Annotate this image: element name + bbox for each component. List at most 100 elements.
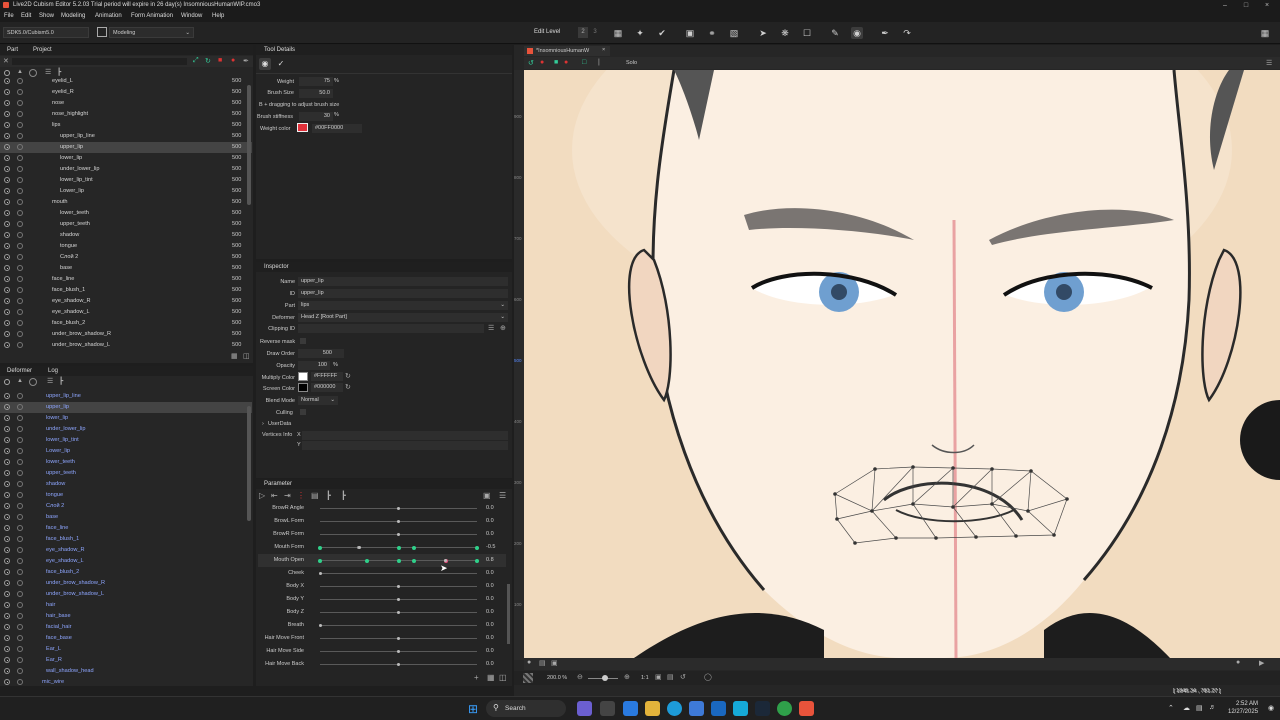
deformer-row[interactable]: upper_teeth (0, 468, 252, 479)
part-row[interactable]: lower_teeth 500 (0, 208, 252, 219)
camera-icon[interactable]: ● (527, 659, 531, 666)
canvas-menu-icon[interactable]: ☰ (1266, 59, 1272, 67)
visibility-eye-icon[interactable] (4, 89, 10, 95)
deformer-row[interactable]: shadow (0, 479, 252, 490)
lock-toggle-icon[interactable] (17, 298, 23, 304)
tab-project[interactable]: Project (29, 47, 56, 53)
brush-size-input[interactable]: 50.0 (299, 89, 333, 98)
lock-toggle-icon[interactable] (17, 254, 23, 260)
clipping-target-icon[interactable]: ⊕ (500, 324, 506, 332)
blend-mode-select[interactable]: Normal ⌄ (298, 396, 338, 405)
param-folder-icon[interactable]: ▦ (487, 673, 495, 682)
weight-color-input[interactable]: #00FF0000 (312, 124, 362, 133)
visibility-eye-icon[interactable] (4, 635, 10, 641)
deformer-row[interactable]: wall_shadow_head (0, 666, 252, 677)
deformer-row[interactable]: face_blush_1 (0, 534, 252, 545)
visibility-eye-icon[interactable] (4, 591, 10, 597)
parameter-slider-knob[interactable] (397, 598, 400, 601)
fit-screen-icon[interactable]: ▣ (655, 673, 662, 681)
parameter-slider-knob[interactable] (397, 520, 400, 523)
photos-app-icon[interactable] (733, 701, 748, 716)
deformer-row[interactable]: face_blush_2 (0, 567, 252, 578)
lock-toggle-icon[interactable] (17, 635, 23, 641)
lock-toggle-icon[interactable] (17, 342, 23, 348)
lock-toggle-icon[interactable] (17, 657, 23, 663)
view-mode-icon[interactable]: ◯ (704, 673, 712, 681)
color-icon[interactable]: ■ (554, 59, 558, 66)
clock-date[interactable]: 12/27/2025 (1228, 709, 1258, 715)
parameter-slider[interactable] (320, 637, 477, 640)
zoom-value[interactable]: 200.0 % (547, 675, 567, 681)
volume-icon[interactable]: ♬ (1209, 704, 1216, 711)
deformer-list-scrollbar[interactable] (247, 406, 251, 521)
parameter-slider[interactable] (320, 520, 477, 523)
parameter-value[interactable]: 0.0 (486, 622, 494, 628)
parameter-slider[interactable] (320, 663, 477, 666)
lock-toggle-icon[interactable] (17, 276, 23, 282)
lock-toggle-icon[interactable] (17, 309, 23, 315)
new-folder-icon[interactable]: ▦ (231, 352, 238, 360)
deformer-row[interactable]: mic_wire (0, 677, 252, 686)
delete-part-icon[interactable]: ● (231, 57, 235, 64)
visibility-eye-icon[interactable] (4, 536, 10, 542)
menu-file[interactable]: File (4, 13, 14, 19)
deform-path-icon[interactable]: ✔ (656, 27, 668, 39)
model-canvas[interactable] (524, 70, 1280, 658)
lock-toggle-icon[interactable] (17, 415, 23, 421)
lock-toggle-icon[interactable] (17, 133, 23, 139)
lock-toggle-icon[interactable] (17, 679, 23, 685)
visibility-eye-icon[interactable] (4, 232, 10, 238)
visibility-eye-icon[interactable] (4, 287, 10, 293)
deformer-row[interactable]: eye_shadow_R (0, 545, 252, 556)
layout-icon[interactable]: ▦ (1259, 27, 1271, 39)
parameter-slider[interactable] (320, 598, 477, 601)
visibility-eye-icon[interactable] (4, 426, 10, 432)
lock-toggle-icon[interactable] (17, 591, 23, 597)
menu-show[interactable]: Show (39, 13, 54, 19)
part-row[interactable]: face_blush_2 500 (0, 318, 252, 329)
parameter-slider[interactable] (318, 624, 477, 627)
deformer-row[interactable]: facial_hair (0, 622, 252, 633)
deformer-row[interactable]: lower_teeth (0, 457, 252, 468)
part-row[interactable]: face_line 500 (0, 274, 252, 285)
visibility-eye-icon[interactable] (4, 309, 10, 315)
hierarchy-icon[interactable]: ┣ (57, 68, 61, 76)
lock-toggle-icon[interactable] (17, 287, 23, 293)
notification-icon[interactable]: ◉ (1268, 704, 1274, 712)
keyform-dot[interactable] (365, 558, 370, 563)
chrome-app-icon[interactable] (777, 701, 792, 716)
record-icon[interactable]: ● (540, 59, 544, 66)
visibility-eye-icon[interactable] (4, 602, 10, 608)
multiply-color-swatch[interactable] (298, 372, 308, 381)
deformer-row[interactable]: Lower_lip (0, 446, 252, 457)
lock-toggle-icon[interactable] (17, 580, 23, 586)
close-tab-icon[interactable]: × (602, 47, 605, 53)
deformer-row[interactable]: Ear_R (0, 655, 252, 666)
weight-erase-icon[interactable]: ✓ (275, 58, 287, 70)
draw-order-input[interactable]: 500 (298, 349, 344, 358)
opacity-input[interactable]: 100 (298, 361, 330, 370)
param-tree-icon[interactable]: ┣ (326, 491, 331, 500)
visibility-eye-icon[interactable] (4, 155, 10, 161)
deformer-row[interactable]: Ear_L (0, 644, 252, 655)
part-row[interactable]: Lower_lip 500 (0, 186, 252, 197)
zoom-in-icon[interactable]: ⊕ (624, 673, 630, 681)
lock-toggle-icon[interactable] (17, 89, 23, 95)
parameter-row[interactable]: Mouth Open 0.8 (258, 554, 506, 567)
parameter-value[interactable]: 0.0 (486, 661, 494, 667)
solo-toggle[interactable]: Solo (626, 60, 637, 66)
parameter-value[interactable]: -0.5 (486, 544, 495, 550)
visibility-eye-icon[interactable] (4, 613, 10, 619)
visibility-eye-icon[interactable] (4, 166, 10, 172)
lock-toggle-icon[interactable] (17, 78, 23, 84)
deformer-row[interactable]: upper_lip (0, 402, 252, 413)
lock-toggle-icon[interactable] (17, 437, 23, 443)
part-row[interactable]: upper_lip 500 (0, 142, 252, 153)
parameter-row[interactable]: Hair Move Back 0.0 (258, 658, 506, 671)
lock-toggle-icon[interactable] (17, 536, 23, 542)
visibility-eye-icon[interactable] (4, 144, 10, 150)
rotate-icon[interactable]: ↺ (680, 673, 686, 681)
parameter-slider[interactable] (320, 585, 477, 588)
part-row[interactable]: eye_shadow_R 500 (0, 296, 252, 307)
visibility-eye-icon[interactable] (4, 448, 10, 454)
